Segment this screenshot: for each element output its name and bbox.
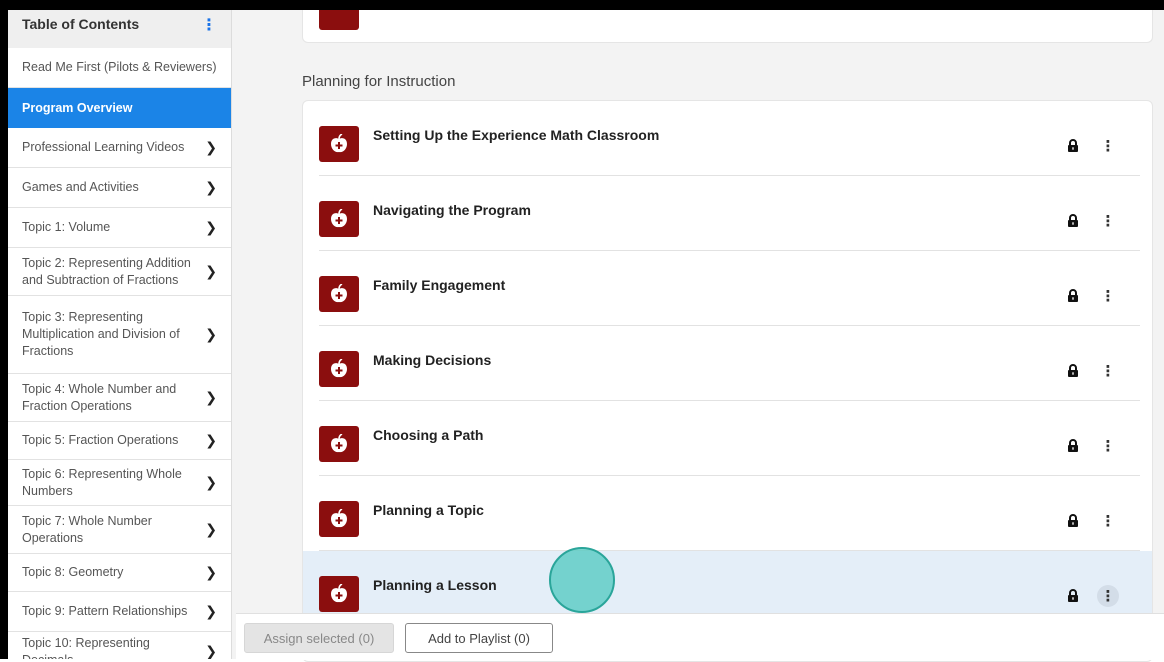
toc-nav-list: Read Me First (Pilots & Reviewers) Progra… (8, 48, 231, 659)
kebab-menu-icon[interactable]: ⋮ (1097, 210, 1119, 232)
apple-plus-icon (319, 426, 359, 462)
sidebar-item[interactable]: Topic 3: Representing Multiplication and… (8, 296, 231, 374)
resource-title[interactable]: Family Engagement (373, 277, 505, 293)
resource-row[interactable]: Family Engagement ⋮ (303, 251, 1152, 326)
sidebar-item[interactable]: Topic 5: Fraction Operations ❯ (8, 422, 231, 460)
resource-icon (319, 10, 359, 30)
lock-icon (1067, 589, 1079, 607)
kebab-menu-icon[interactable]: ⋮ (1097, 510, 1119, 532)
kebab-menu-icon[interactable]: ⋮ (1097, 360, 1119, 382)
chevron-right-icon[interactable]: ❯ (205, 433, 217, 449)
resource-row[interactable]: Planning a Topic ⋮ (303, 476, 1152, 551)
sidebar-item[interactable]: Topic 4: Whole Number and Fraction Opera… (8, 374, 231, 422)
sidebar-item-label: Topic 10: Representing Decimals (22, 635, 150, 660)
resource-title[interactable]: Choosing a Path (373, 427, 483, 443)
sidebar-item[interactable]: Topic 1: Volume ❯ (8, 208, 231, 248)
apple-plus-icon (319, 276, 359, 312)
kebab-menu-icon[interactable]: ⋮ (1097, 285, 1119, 307)
window-frame-top (0, 0, 1164, 10)
sidebar-item-label: Games and Activities (22, 180, 139, 194)
table-of-contents-sidebar: Table of Contents ⋮ Read Me First (Pilot… (8, 10, 232, 659)
toc-title: Table of Contents (22, 16, 140, 32)
resource-title[interactable]: Making Decisions (373, 352, 491, 368)
sidebar-item[interactable]: Professional Learning Videos ❯ (8, 128, 231, 168)
sidebar-item-label: Topic 4: Whole Number and Fraction Opera… (22, 381, 177, 413)
resource-row[interactable]: Making Decisions ⋮ (303, 326, 1152, 401)
apple-plus-icon (319, 126, 359, 162)
previous-resource-card (302, 10, 1153, 43)
resource-list: Setting Up the Experience Math Classroom… (302, 100, 1153, 662)
chevron-right-icon[interactable]: ❯ (205, 180, 217, 196)
sidebar-item-label: Program Overview (22, 100, 133, 115)
toc-menu-icon[interactable]: ⋮ (201, 18, 217, 34)
lock-icon (1067, 439, 1079, 457)
sidebar-item[interactable]: Topic 10: Representing Decimals ❯ (8, 632, 231, 660)
apple-plus-icon (319, 576, 359, 612)
sidebar-item-label: Topic 5: Fraction Operations (22, 433, 179, 447)
kebab-menu-icon[interactable]: ⋮ (1097, 135, 1119, 157)
sidebar-item[interactable]: Games and Activities ❯ (8, 168, 231, 208)
chevron-right-icon[interactable]: ❯ (205, 264, 217, 280)
resource-title[interactable]: Planning a Topic (373, 502, 484, 518)
chevron-right-icon[interactable]: ❯ (205, 475, 217, 491)
chevron-right-icon[interactable]: ❯ (205, 140, 217, 156)
resource-title[interactable]: Navigating the Program (373, 202, 531, 218)
lock-icon (1067, 214, 1079, 232)
window-frame-left (0, 0, 8, 659)
resource-title[interactable]: Planning a Lesson (373, 577, 497, 593)
apple-plus-icon (319, 501, 359, 537)
lock-icon (1067, 514, 1079, 532)
lock-icon (1067, 364, 1079, 382)
sidebar-item-label: Topic 2: Representing Addition and Subtr… (22, 255, 191, 287)
apple-plus-icon (319, 201, 359, 237)
lock-icon (1067, 139, 1079, 157)
chevron-right-icon[interactable]: ❯ (205, 390, 217, 406)
main-content: Planning for Instruction Setting Up the … (232, 10, 1164, 662)
chevron-right-icon[interactable]: ❯ (205, 604, 217, 620)
sidebar-item[interactable]: Topic 9: Pattern Relationships ❯ (8, 592, 231, 632)
sidebar-item[interactable]: Read Me First (Pilots & Reviewers) (8, 48, 231, 88)
add-to-playlist-button[interactable]: Add to Playlist (0) (405, 623, 553, 653)
sidebar-item-label: Topic 9: Pattern Relationships (22, 604, 188, 618)
kebab-menu-icon[interactable]: ⋮ (1097, 435, 1119, 457)
sidebar-item[interactable]: Topic 7: Whole Number Operations ❯ (8, 506, 231, 554)
chevron-right-icon[interactable]: ❯ (205, 565, 217, 581)
sidebar-item-label: Professional Learning Videos (22, 140, 185, 154)
bottom-action-bar: Assign selected (0) Add to Playlist (0) (236, 613, 1164, 660)
resource-row[interactable]: Setting Up the Experience Math Classroom… (303, 101, 1152, 176)
chevron-right-icon[interactable]: ❯ (205, 327, 217, 343)
assign-selected-button[interactable]: Assign selected (0) (244, 623, 394, 653)
chevron-right-icon[interactable]: ❯ (205, 644, 217, 660)
sidebar-item-label: Topic 8: Geometry (22, 565, 124, 579)
resource-title[interactable]: Setting Up the Experience Math Classroom (373, 127, 659, 143)
apple-plus-icon (319, 351, 359, 387)
cursor-indicator (549, 547, 615, 613)
sidebar-item[interactable]: Topic 2: Representing Addition and Subtr… (8, 248, 231, 296)
lock-icon (1067, 289, 1079, 307)
sidebar-item[interactable]: Topic 8: Geometry ❯ (8, 554, 231, 592)
sidebar-item[interactable]: Topic 6: Representing Whole Numbers ❯ (8, 460, 231, 506)
sidebar-item-label: Topic 6: Representing Whole Numbers (22, 466, 182, 498)
sidebar-item-label: Topic 1: Volume (22, 220, 111, 234)
sidebar-item-label: Topic 7: Whole Number Operations (22, 513, 152, 545)
resource-row[interactable]: Navigating the Program ⋮ (303, 176, 1152, 251)
sidebar-item-label: Topic 3: Representing Multiplication and… (22, 310, 180, 358)
sidebar-item-label: Read Me First (Pilots & Reviewers) (22, 60, 217, 74)
section-title: Planning for Instruction (302, 73, 456, 90)
chevron-right-icon[interactable]: ❯ (205, 522, 217, 538)
chevron-right-icon[interactable]: ❯ (205, 220, 217, 236)
resource-row[interactable]: Choosing a Path ⋮ (303, 401, 1152, 476)
kebab-menu-icon[interactable]: ⋮ (1097, 585, 1119, 607)
sidebar-item[interactable]: Program Overview (8, 88, 231, 128)
toc-header: Table of Contents ⋮ (8, 10, 231, 48)
